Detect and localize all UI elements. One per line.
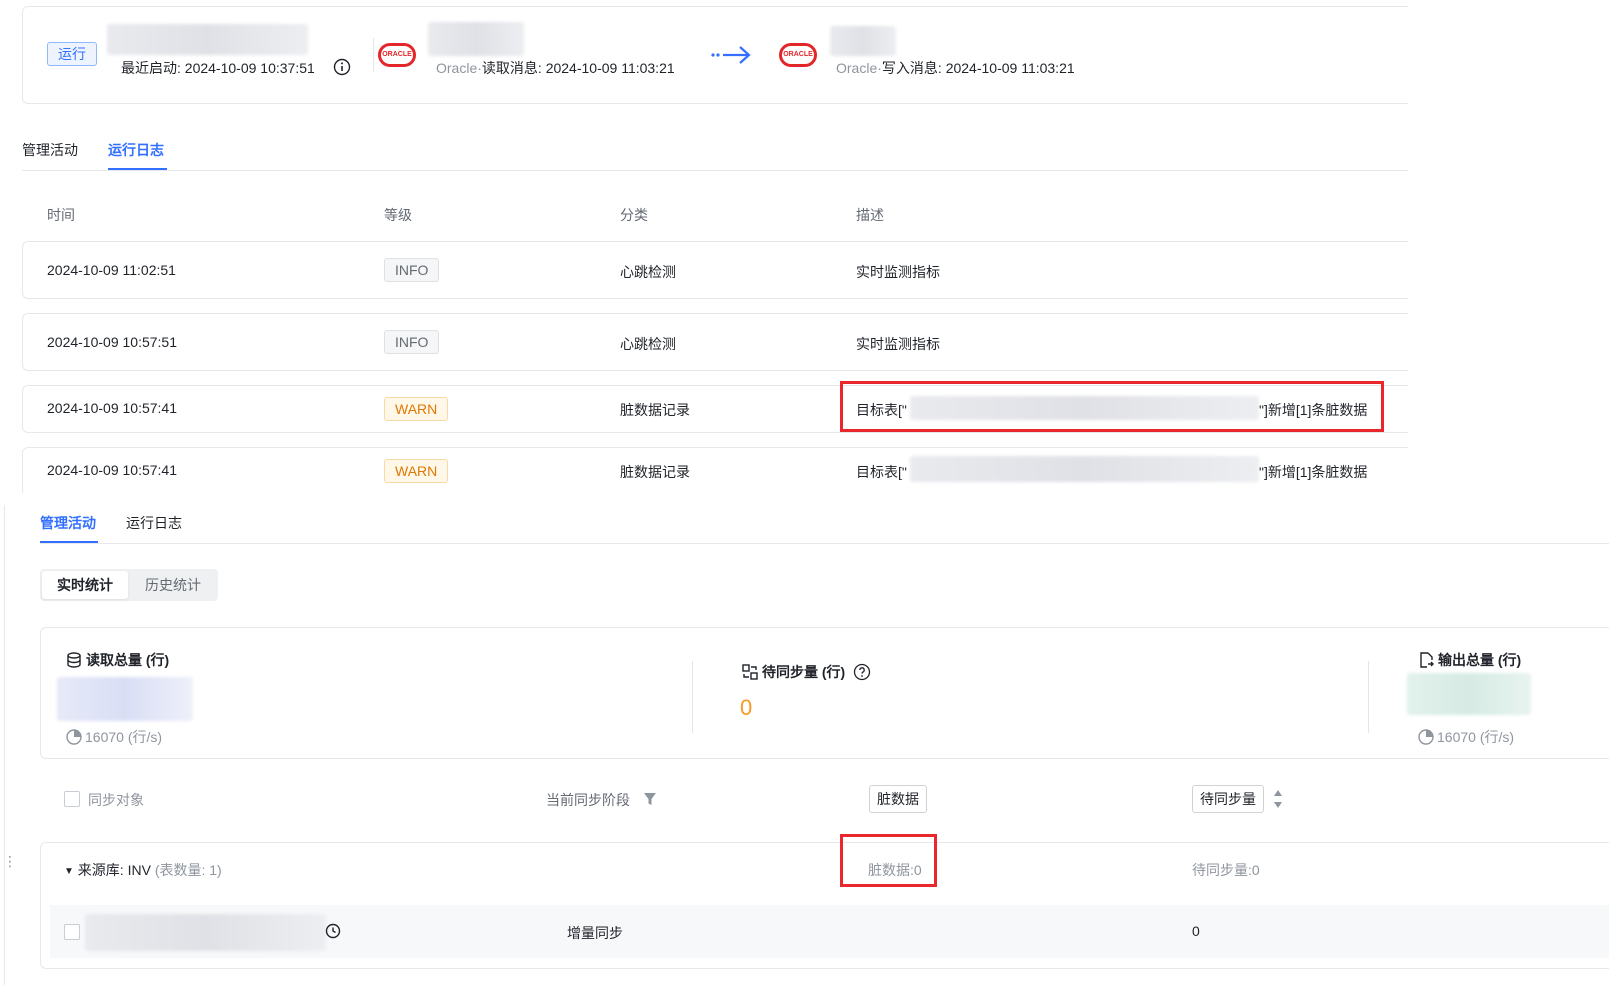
table-count: (表数量: 1) xyxy=(154,862,222,878)
source-read-time: 2024-10-09 11:03:21 xyxy=(545,60,675,76)
speed-icon xyxy=(1418,729,1434,745)
row-description: 实时监测指标 xyxy=(856,264,940,280)
output-total-label: 输出总量 (行) xyxy=(1438,652,1522,668)
tab-run-log[interactable]: 运行日志 xyxy=(126,513,182,533)
stats-divider xyxy=(1368,661,1369,733)
drag-handle-icon[interactable]: ⋮ xyxy=(3,854,17,868)
row-time: 2024-10-09 11:02:51 xyxy=(47,262,176,278)
tab-manage-activity[interactable]: 管理活动 xyxy=(22,140,78,160)
source-read-label: 读取消息: xyxy=(481,60,542,76)
row-category: 心跳检测 xyxy=(620,264,676,280)
row-time: 2024-10-09 10:57:41 xyxy=(47,462,177,478)
output-rate: 16070 (行/s) xyxy=(1417,727,1514,747)
source-db-name: INV xyxy=(127,862,151,878)
row-time: 2024-10-09 10:57:41 xyxy=(47,400,177,416)
row-pending: 0 xyxy=(1192,923,1200,939)
target-db-type: Oracle· xyxy=(836,60,882,76)
target-write-info: Oracle·写入消息: 2024-10-09 11:03:21 xyxy=(836,58,1075,78)
level-badge: WARN xyxy=(384,459,449,483)
level-badge: INFO xyxy=(384,330,440,354)
segment-realtime[interactable]: 实时统计 xyxy=(42,571,128,599)
sort-icon[interactable] xyxy=(1272,789,1284,812)
task-name-redacted xyxy=(107,24,308,55)
row-checkbox[interactable] xyxy=(64,924,80,940)
panel-left-edge xyxy=(4,505,5,985)
tab-run-log[interactable]: 运行日志 xyxy=(108,140,164,160)
target-name-redacted xyxy=(830,26,896,56)
source-db-type: Oracle· xyxy=(436,60,482,76)
target-oracle-logo: ORACLE xyxy=(779,43,817,67)
pending-column-button[interactable]: 待同步量 xyxy=(1192,785,1264,813)
tab-manage-activity[interactable]: 管理活动 xyxy=(40,513,96,533)
read-total-value-redacted xyxy=(57,677,193,721)
object-name-redacted xyxy=(85,914,326,951)
source-oracle-logo: ORACLE xyxy=(378,43,416,67)
info-circle-icon[interactable] xyxy=(333,58,351,76)
source-name-redacted xyxy=(428,22,524,56)
highlight-box xyxy=(840,834,937,887)
col-time: 时间 xyxy=(47,207,75,223)
read-total-label: 读取总量 (行) xyxy=(86,652,170,668)
row-time: 2024-10-09 10:57:51 xyxy=(47,334,177,350)
sync-arrow-icon xyxy=(711,44,753,69)
level-badge: INFO xyxy=(384,258,440,282)
row-description: 实时监测指标 xyxy=(856,336,940,352)
status-badge: 运行 xyxy=(47,42,97,66)
level-badge: WARN xyxy=(384,397,449,421)
col-sync-stage: 当前同步阶段 xyxy=(546,792,630,808)
select-all-checkbox[interactable] xyxy=(64,791,80,807)
highlight-box xyxy=(840,381,1384,432)
source-group-header[interactable]: ▼ 来源库: INV (表数量: 1) xyxy=(64,860,222,880)
col-sync-object: 同步对象 xyxy=(88,792,144,808)
segment-history[interactable]: 历史统计 xyxy=(130,571,216,599)
speed-icon xyxy=(66,729,82,745)
dirty-data-column-button[interactable]: 脏数据 xyxy=(869,785,927,813)
group-pending: 待同步量:0 xyxy=(1192,860,1260,880)
tabs-divider xyxy=(40,543,1609,544)
row-description-prefix: 目标表[" xyxy=(856,464,907,480)
tabs-divider xyxy=(22,170,1408,171)
read-rate: 16070 (行/s) xyxy=(65,727,162,747)
caret-down-icon[interactable]: ▼ xyxy=(64,866,74,877)
filter-icon[interactable] xyxy=(643,791,657,810)
row-category: 脏数据记录 xyxy=(620,402,690,418)
sync-pending-icon xyxy=(742,664,758,680)
target-write-label: 写入消息: xyxy=(881,60,942,76)
last-start-info: 最近启动: 2024-10-09 10:37:51 xyxy=(121,58,315,78)
pending-title: 待同步量 (行) xyxy=(741,662,871,682)
source-read-info: Oracle·读取消息: 2024-10-09 11:03:21 xyxy=(436,58,675,78)
clock-icon[interactable] xyxy=(325,923,341,942)
table-row[interactable] xyxy=(22,313,1408,371)
table-name-redacted xyxy=(910,456,1259,482)
output-total-title: 输出总量 (行) xyxy=(1417,650,1521,670)
group-pending-label: 待同步量: xyxy=(1192,862,1252,878)
col-category: 分类 xyxy=(620,207,648,223)
stats-card xyxy=(40,627,1609,759)
pending-label: 待同步量 (行) xyxy=(762,664,846,680)
read-rate-value: 16070 (行/s) xyxy=(85,729,163,745)
stats-divider xyxy=(692,661,693,733)
read-total-title: 读取总量 (行) xyxy=(65,650,169,670)
last-start-label: 最近启动: xyxy=(121,60,181,76)
last-start-time: 2024-10-09 10:37:51 xyxy=(184,60,315,76)
row-sync-stage: 增量同步 xyxy=(567,925,623,941)
row-category: 脏数据记录 xyxy=(620,464,690,480)
group-pending-value: 0 xyxy=(1251,862,1260,878)
target-write-time: 2024-10-09 11:03:21 xyxy=(945,60,1075,76)
output-rate-value: 16070 (行/s) xyxy=(1437,729,1515,745)
row-description-suffix: "]新增[1]条脏数据 xyxy=(1259,464,1368,480)
pending-value: 0 xyxy=(740,695,753,720)
output-total-value-redacted xyxy=(1407,673,1531,715)
col-level: 等级 xyxy=(384,207,412,223)
col-description: 描述 xyxy=(856,207,884,223)
header-divider xyxy=(373,38,374,72)
export-file-icon xyxy=(1420,652,1434,668)
table-row[interactable] xyxy=(22,241,1408,299)
row-category: 心跳检测 xyxy=(620,336,676,352)
source-db-label: 来源库: xyxy=(77,862,124,878)
help-icon xyxy=(853,663,871,680)
database-icon xyxy=(67,652,81,668)
